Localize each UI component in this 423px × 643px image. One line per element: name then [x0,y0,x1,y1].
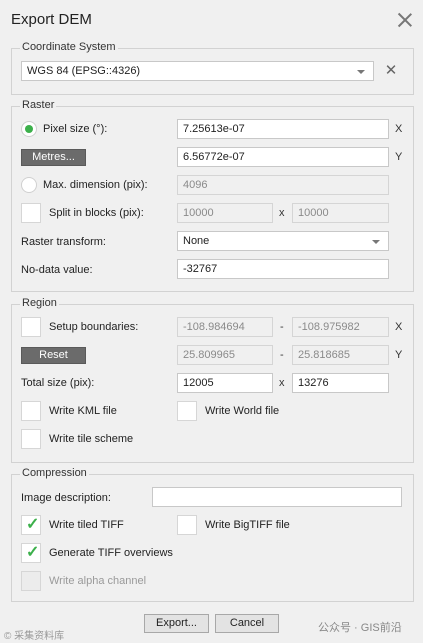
split-blocks-checkbox[interactable] [21,203,41,223]
watermark-left: © 采集资料库 [4,631,65,642]
wrench-icon[interactable]: ✕ [382,62,400,80]
split-x-separator: x [279,207,285,219]
nodata-label: No-data value: [21,264,93,276]
total-y-input[interactable]: 13276 [292,373,389,393]
checkmark-icon: ✓ [26,516,40,533]
close-icon[interactable] [397,12,413,28]
write-alpha-checkbox[interactable] [21,571,41,591]
write-tiled-tiff-checkbox[interactable]: ✓ [21,515,41,535]
y-unit-label: Y [395,151,403,163]
checkmark-icon: ✓ [26,544,40,561]
region-legend: Region [20,297,59,309]
x-unit-label: X [395,123,403,135]
dialog-title: Export DEM [11,11,92,28]
xmin-input[interactable]: -108.984694 [177,317,273,337]
split-x-input[interactable]: 10000 [177,203,273,223]
write-world-label: Write World file [205,405,280,417]
coordinate-system-select[interactable]: WGS 84 (EPSG::4326) [21,61,374,81]
write-alpha-label: Write alpha channel [49,575,147,587]
raster-transform-select[interactable]: None [177,231,389,251]
setup-boundaries-label: Setup boundaries: [49,321,139,333]
region-x-unit: X [395,321,403,333]
watermark-right: 公众号 · GIS前沿 [318,622,402,634]
ymin-input[interactable]: 25.809965 [177,345,273,365]
export-button[interactable]: Export... [144,614,209,633]
cancel-button[interactable]: Cancel [215,614,279,633]
raster-transform-label: Raster transform: [21,236,106,248]
write-kml-label: Write KML file [49,405,117,417]
generate-overviews-label: Generate TIFF overviews [49,547,173,559]
metres-button[interactable]: Metres... [21,149,86,166]
x-range-dash: - [280,321,284,333]
xmax-input[interactable]: -108.975982 [292,317,389,337]
generate-overviews-checkbox[interactable]: ✓ [21,543,41,563]
pixel-size-y-input[interactable]: 6.56772e-07 [177,147,389,167]
write-kml-checkbox[interactable] [21,401,41,421]
total-x-input[interactable]: 12005 [177,373,273,393]
write-bigtiff-label: Write BigTIFF file [205,519,290,531]
reset-button[interactable]: Reset [21,347,86,364]
pixel-size-label: Pixel size (°): [43,123,108,135]
write-tile-scheme-checkbox[interactable] [21,429,41,449]
split-blocks-label: Split in blocks (pix): [49,207,144,219]
setup-boundaries-checkbox[interactable] [21,317,41,337]
region-y-unit: Y [395,349,403,361]
pixel-size-radio[interactable] [21,121,37,137]
total-size-label: Total size (pix): [21,377,95,389]
compression-legend: Compression [20,467,89,479]
write-world-checkbox[interactable] [177,401,197,421]
y-range-dash: - [280,349,284,361]
pixel-size-x-input[interactable]: 7.25613e-07 [177,119,389,139]
raster-legend: Raster [20,99,57,111]
write-tile-scheme-label: Write tile scheme [49,433,134,445]
max-dimension-input[interactable]: 4096 [177,175,389,195]
split-y-input[interactable]: 10000 [292,203,389,223]
image-description-input[interactable] [152,487,402,507]
nodata-input[interactable]: -32767 [177,259,389,279]
write-bigtiff-checkbox[interactable] [177,515,197,535]
image-description-label: Image description: [21,492,111,504]
coordinate-system-legend: Coordinate System [20,41,118,53]
total-size-separator: x [279,377,285,389]
max-dimension-radio[interactable] [21,177,37,193]
write-tiled-tiff-label: Write tiled TIFF [49,519,124,531]
max-dimension-label: Max. dimension (pix): [43,179,148,191]
ymax-input[interactable]: 25.818685 [292,345,389,365]
